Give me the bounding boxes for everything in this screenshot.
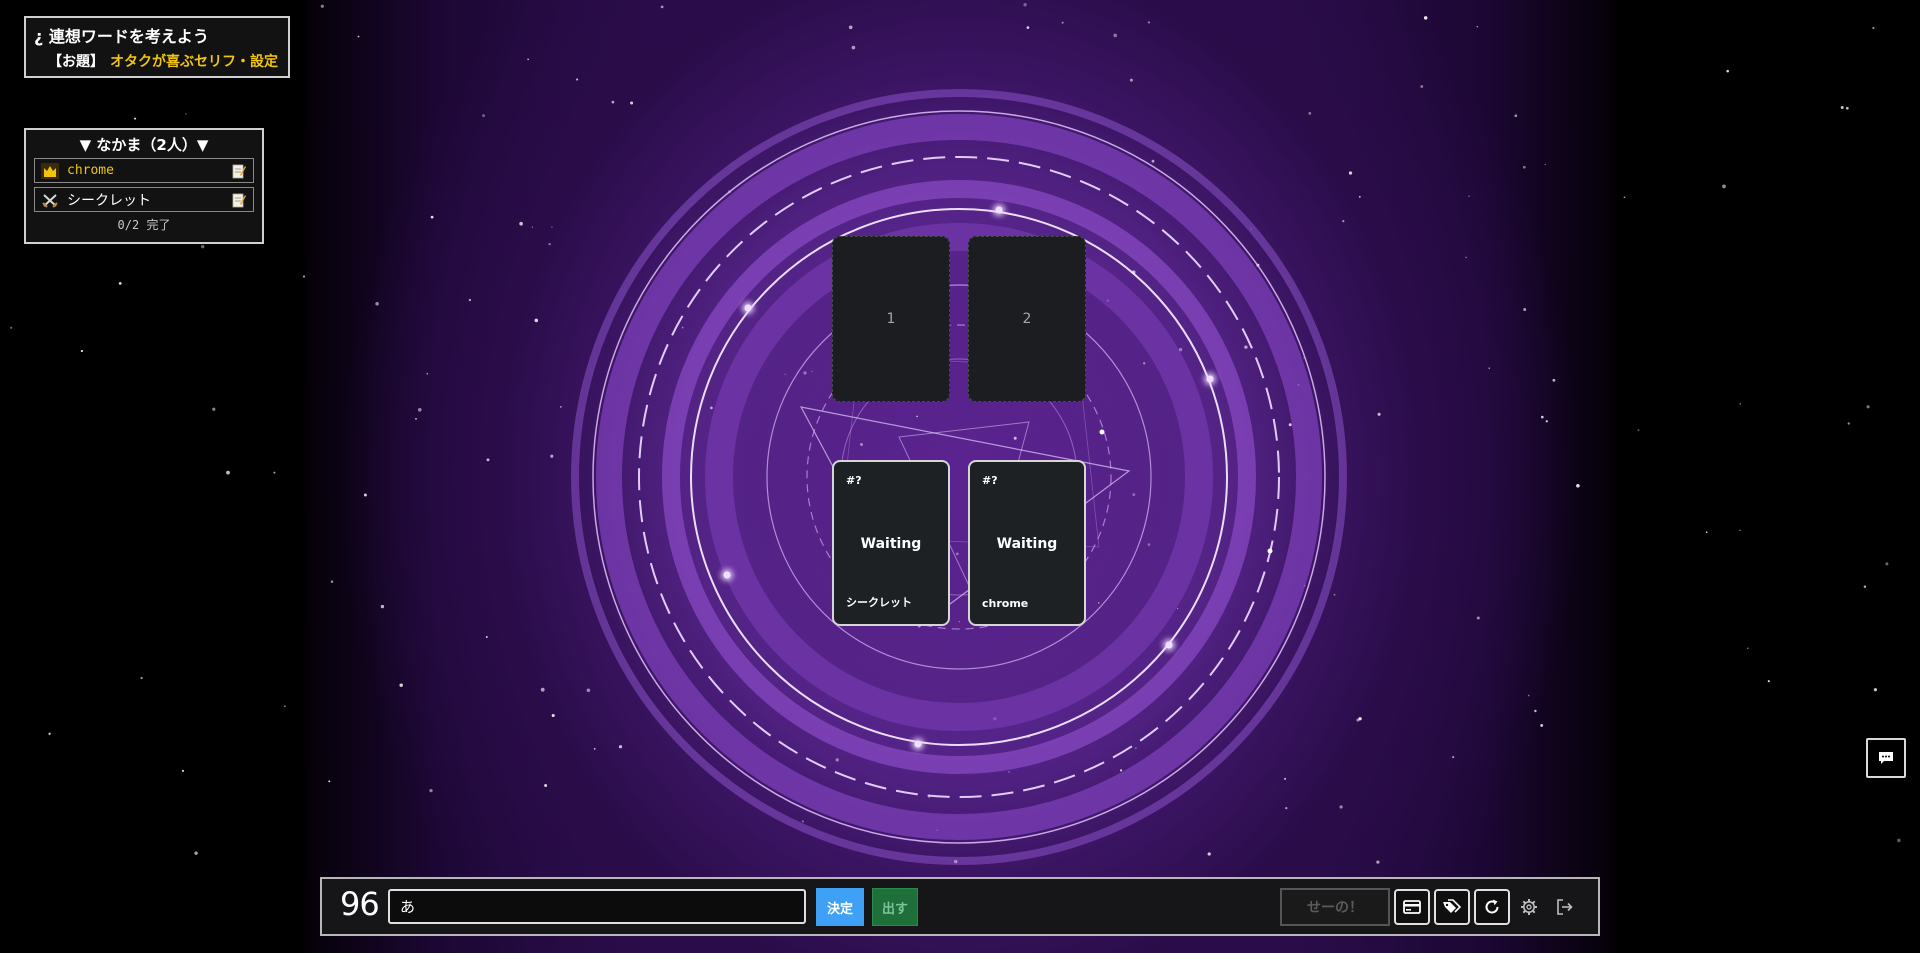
crown-icon	[41, 162, 59, 179]
card-id: #?	[982, 474, 998, 487]
topic-panel: ¿ 連想ワードを考えよう 【お題】 オタクが喜ぶセリフ・設定	[24, 16, 290, 78]
party-member-row[interactable]: chrome	[34, 158, 254, 183]
decide-button[interactable]: 決定	[816, 888, 864, 926]
card-owner: chrome	[982, 597, 1029, 610]
topic-value: オタクが喜ぶセリフ・設定	[110, 54, 278, 70]
game-stage: ¿ 連想ワードを考えよう 【お題】 オタクが喜ぶセリフ・設定 ▼ なかま（2人）▼…	[0, 0, 1920, 953]
player-card[interactable]: #? Waiting シークレット	[832, 460, 950, 626]
card-slot-2[interactable]: 2	[968, 236, 1086, 402]
settings-button[interactable]	[1514, 892, 1544, 922]
play-card-button[interactable]: 出す	[872, 888, 918, 926]
logout-button[interactable]	[1550, 892, 1580, 922]
slot-number: 1	[886, 311, 896, 327]
card-icon	[1403, 900, 1421, 914]
chat-toggle-button[interactable]	[1866, 738, 1906, 778]
control-bar: 96 決定 出す せーの！	[320, 877, 1600, 936]
topic-label: 【お題】	[48, 54, 104, 70]
party-member-row[interactable]: シークレット	[34, 187, 254, 212]
instruction-title: ¿ 連想ワードを考えよう	[34, 27, 209, 46]
card-owner: シークレット	[846, 596, 912, 609]
party-panel: ▼ なかま（2人）▼ chrome シークレット 0/2 完了	[24, 128, 264, 244]
tag-icon	[1443, 899, 1462, 913]
topic-line: 【お題】 オタクが喜ぶセリフ・設定	[34, 51, 280, 71]
card-view-button[interactable]	[1394, 889, 1430, 925]
memo-icon[interactable]	[232, 192, 246, 208]
gear-icon	[1521, 899, 1537, 915]
logout-icon	[1557, 899, 1573, 915]
refresh-button[interactable]	[1474, 889, 1510, 925]
card-status: Waiting	[860, 536, 922, 552]
player-card[interactable]: #? Waiting chrome	[968, 460, 1086, 626]
card-id: #?	[846, 474, 862, 487]
reveal-button[interactable]: せーの！	[1280, 888, 1390, 926]
memo-icon[interactable]	[232, 163, 246, 179]
chat-icon	[1879, 752, 1893, 764]
magic-circle	[571, 89, 1347, 865]
tags-button[interactable]	[1434, 889, 1470, 925]
completion-progress: 0/2 完了	[117, 218, 171, 232]
slot-number: 2	[1022, 311, 1032, 327]
member-name: chrome	[67, 163, 114, 178]
card-status: Waiting	[996, 536, 1058, 552]
party-header[interactable]: ▼ なかま（2人）▼	[34, 134, 254, 155]
refresh-icon	[1485, 899, 1499, 914]
card-slot-1[interactable]: 1	[832, 236, 950, 402]
crossed-swords-icon	[42, 193, 58, 208]
countdown-timer: 96	[340, 885, 380, 923]
member-name: シークレット	[67, 192, 151, 209]
word-input[interactable]	[388, 889, 806, 924]
